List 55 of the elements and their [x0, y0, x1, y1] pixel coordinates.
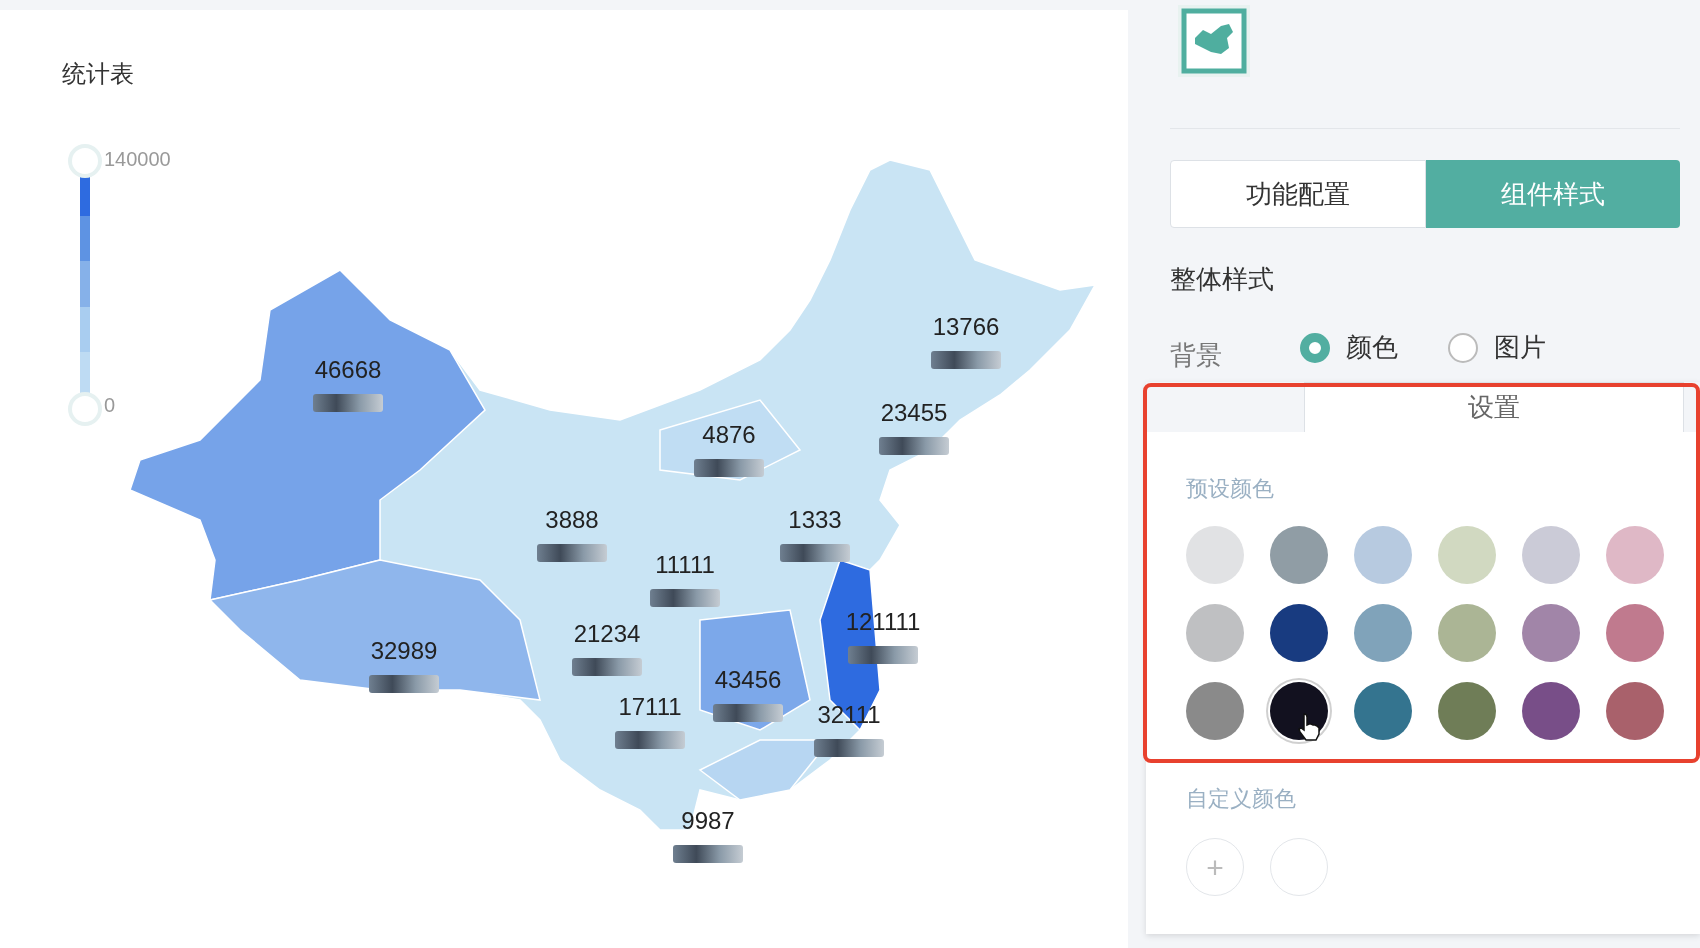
color-swatch[interactable]: [1186, 682, 1244, 740]
region-value-label: 17111: [618, 692, 682, 722]
region-value-label: 21234: [573, 619, 641, 649]
popover-tab[interactable]: 设置: [1304, 382, 1684, 432]
region-value-label: 43456: [714, 665, 782, 695]
region-value-label: 11111: [655, 550, 715, 580]
redacted-label: [572, 658, 642, 676]
color-swatch[interactable]: [1354, 604, 1412, 662]
region-value-label: 23455: [880, 398, 948, 428]
redacted-label: [814, 739, 884, 757]
section-title: 整体样式: [1170, 263, 1274, 296]
radio-button[interactable]: [1300, 332, 1330, 363]
redacted-label: [694, 459, 764, 477]
redacted-label: [313, 394, 383, 412]
legend-handle[interactable]: [68, 392, 102, 426]
color-swatch[interactable]: [1522, 604, 1580, 662]
redacted-label: [848, 646, 918, 664]
redacted-label: [879, 437, 949, 455]
redacted-label: [537, 544, 607, 562]
region-value-label: 46668: [314, 355, 382, 385]
color-swatch[interactable]: [1522, 682, 1580, 740]
radio-option[interactable]: 图片: [1448, 328, 1546, 367]
region-value-label: 1333: [788, 505, 842, 535]
color-swatch[interactable]: [1354, 682, 1412, 740]
color-swatch[interactable]: [1438, 682, 1496, 740]
custom-colors-label: 自定义颜色: [1186, 785, 1296, 813]
region-value-label: 9987: [681, 806, 735, 836]
radio-option[interactable]: 颜色: [1300, 328, 1398, 367]
redacted-label: [650, 589, 720, 607]
color-swatch[interactable]: [1606, 682, 1664, 740]
region-value-label: 4876: [702, 420, 756, 450]
chart-title: 统计表: [62, 59, 134, 89]
color-swatch[interactable]: [1270, 526, 1328, 584]
redacted-label: [369, 675, 439, 693]
legend-handle[interactable]: [68, 144, 102, 178]
legend-max-label: 140000: [104, 147, 171, 172]
color-swatch[interactable]: [1270, 604, 1328, 662]
radio-button[interactable]: [1448, 332, 1478, 363]
region-value-label: 32989: [370, 636, 438, 666]
legend-min-label: 0: [104, 393, 116, 418]
color-swatch[interactable]: [1270, 682, 1328, 740]
color-swatch[interactable]: [1438, 604, 1496, 662]
region-value-label: 3888: [545, 505, 599, 535]
redacted-label: [780, 544, 850, 562]
redacted-label: [673, 845, 743, 863]
redacted-label: [615, 731, 685, 749]
color-swatch[interactable]: [1606, 604, 1664, 662]
region-value-label: 13766: [932, 312, 1000, 342]
tab[interactable]: 功能配置: [1170, 160, 1426, 228]
preset-colors-label: 预设颜色: [1186, 475, 1274, 503]
redacted-label: [931, 351, 1001, 369]
map-thumbnail-icon[interactable]: [1178, 5, 1250, 77]
field-label: 背景: [1170, 339, 1222, 372]
hand-cursor-icon: [1296, 712, 1322, 742]
redacted-label: [713, 704, 783, 722]
